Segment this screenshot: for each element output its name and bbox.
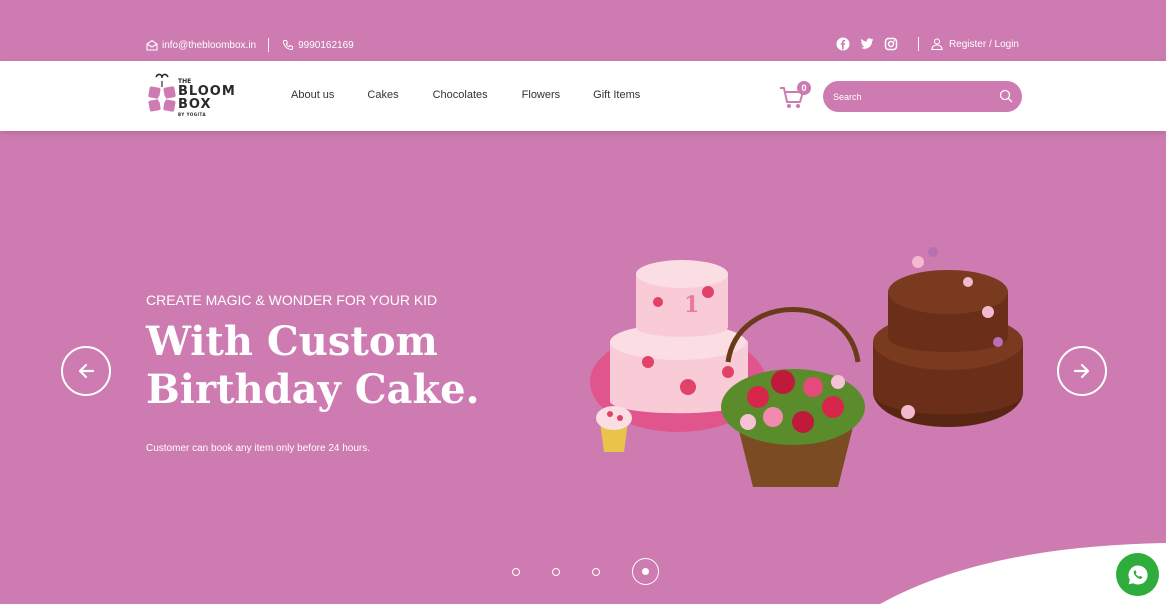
carousel-prev-button[interactable] — [61, 346, 111, 396]
email-link[interactable]: info@thebloombox.in — [162, 40, 256, 51]
nav-item-about-us[interactable]: About us — [291, 89, 334, 101]
logo-line-box: BOX — [178, 97, 212, 112]
carousel-next-button[interactable] — [1057, 346, 1107, 396]
arrow-left-icon — [78, 363, 95, 379]
top-bar: info@thebloombox.in 9990162169 Register … — [0, 0, 1166, 61]
facebook-icon[interactable] — [836, 37, 850, 51]
logo-flower-icon — [148, 73, 176, 112]
main-header: THE BLOOM BOX BY YOGITA About us Cakes C… — [0, 61, 1166, 131]
logo-text: THE BLOOM BOX BY YOGITA — [178, 79, 236, 117]
divider — [917, 37, 919, 51]
user-icon — [931, 38, 943, 50]
svg-text:1: 1 — [684, 292, 699, 318]
twitter-icon[interactable] — [860, 37, 874, 51]
carousel-dot[interactable] — [512, 567, 520, 576]
email-icon — [146, 39, 158, 51]
search-bar — [823, 81, 1022, 112]
phone-link[interactable]: 9990162169 — [298, 40, 354, 51]
nav-item-cakes[interactable]: Cakes — [367, 89, 398, 101]
divider — [268, 38, 270, 52]
hero-cake-image: 1 — [590, 247, 1023, 487]
instagram-icon[interactable] — [884, 37, 898, 51]
main-nav: About us Cakes Chocolates Flowers Gift I… — [291, 89, 673, 101]
carousel-indicators — [512, 558, 659, 585]
nav-item-chocolates[interactable]: Chocolates — [433, 89, 488, 101]
whatsapp-button[interactable] — [1116, 553, 1159, 596]
cart-button[interactable]: 0 — [779, 81, 813, 109]
social-links: Register / Login — [836, 37, 1019, 51]
cart-count-badge: 0 — [797, 81, 811, 95]
carousel-dot[interactable] — [552, 567, 560, 576]
carousel-dot[interactable] — [592, 567, 600, 576]
nav-item-gift-items[interactable]: Gift Items — [593, 89, 640, 101]
phone-icon — [282, 39, 294, 51]
nav-item-flowers[interactable]: Flowers — [522, 89, 561, 101]
logo-line-by: BY YOGITA — [178, 112, 207, 117]
whatsapp-icon — [1127, 564, 1148, 584]
hero-subtitle: CREATE MAGIC & WONDER FOR YOUR KID — [146, 292, 438, 308]
logo[interactable]: THE BLOOM BOX BY YOGITA — [146, 73, 242, 119]
carousel-dot-active[interactable] — [632, 558, 659, 585]
search-input[interactable] — [833, 91, 993, 102]
contact-info: info@thebloombox.in 9990162169 — [146, 38, 354, 52]
search-icon[interactable] — [999, 89, 1013, 103]
hero-note: Customer can book any item only before 2… — [146, 443, 371, 454]
login-label: Register / Login — [948, 38, 1019, 50]
hero-title: With Custom Birthday Cake. — [146, 318, 480, 413]
register-login-link[interactable]: Register / Login — [931, 38, 1019, 50]
arrow-right-icon — [1073, 363, 1090, 379]
